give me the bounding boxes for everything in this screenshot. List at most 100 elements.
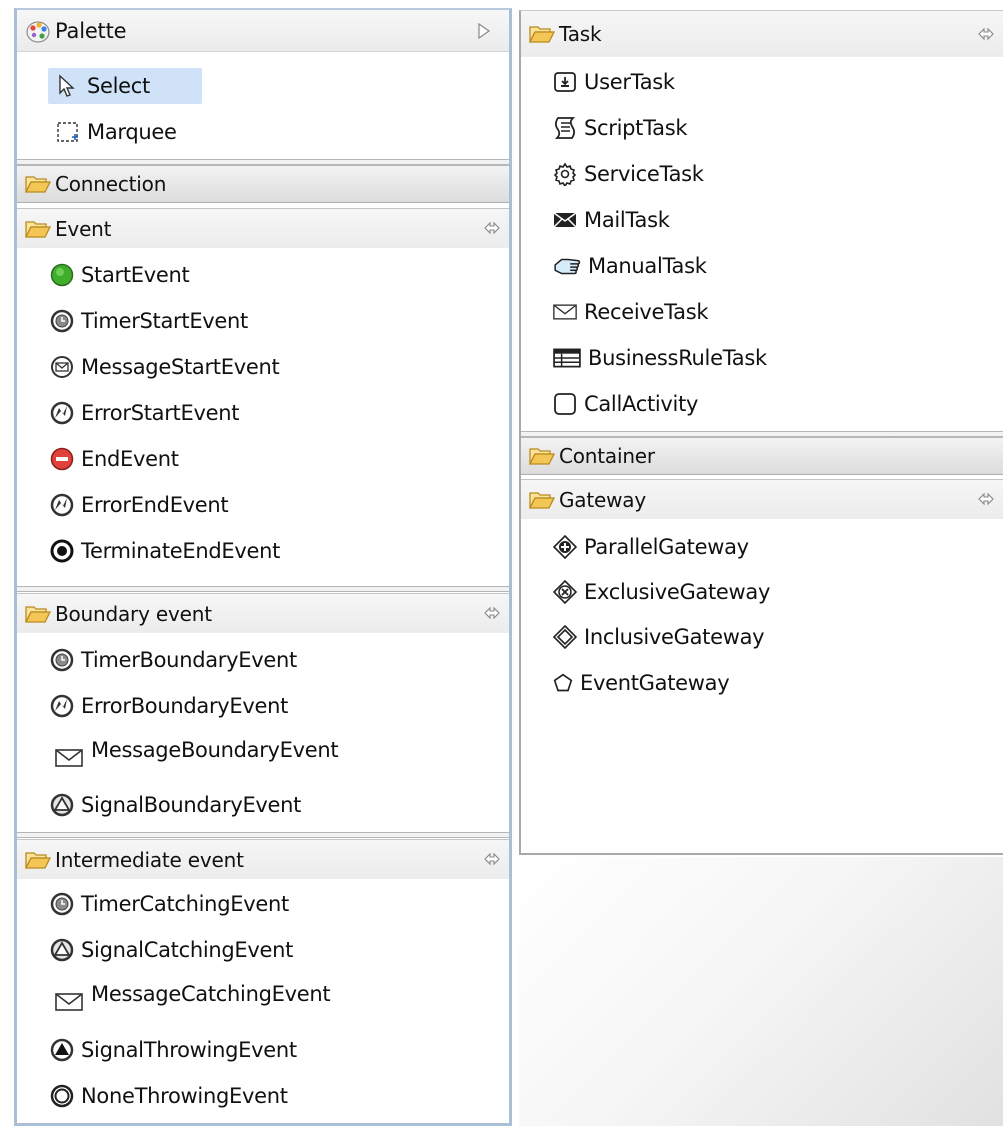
palette-title: Palette <box>55 18 127 43</box>
item-label: StartEvent <box>81 263 190 287</box>
palette-item-call-activity[interactable]: CallActivity <box>553 386 698 422</box>
item-label: ErrorStartEvent <box>81 401 240 425</box>
pentagon-icon <box>553 673 573 692</box>
pin-arrows-icon[interactable] <box>977 491 995 507</box>
folder-open-icon <box>529 489 555 511</box>
palette-item-business-rule-task[interactable]: BusinessRuleTask <box>553 340 767 376</box>
pin-arrows-icon[interactable] <box>483 851 501 867</box>
inclusive-gateway-icon <box>553 625 577 649</box>
timer-icon <box>50 648 74 672</box>
palette-item-message-boundary-event[interactable]: MessageBoundaryEvent <box>54 736 339 772</box>
item-label: ManualTask <box>588 254 707 278</box>
item-label: ServiceTask <box>584 162 704 186</box>
drawer-boundary-event[interactable]: Boundary event <box>17 593 509 633</box>
table-icon <box>553 348 581 368</box>
palette-item-user-task[interactable]: UserTask <box>553 64 675 100</box>
script-task-icon <box>554 117 576 139</box>
drawer-event[interactable]: Event <box>17 208 509 248</box>
pin-arrows-icon[interactable] <box>483 605 501 621</box>
palette-panel-right: Task UserTask ScriptTask ServiceTask Mai… <box>519 10 1003 855</box>
drawer-gateway[interactable]: Gateway <box>521 479 1003 519</box>
palette-item-error-boundary-event[interactable]: ErrorBoundaryEvent <box>50 688 288 724</box>
item-label: MessageCatchingEvent <box>91 982 331 1006</box>
item-label: SignalCatchingEvent <box>81 938 294 962</box>
palette-item-timer-catching-event[interactable]: TimerCatchingEvent <box>50 886 289 922</box>
signal-event-icon <box>50 938 74 962</box>
drawer-task[interactable]: Task <box>521 11 1003 57</box>
mail-icon <box>553 212 577 228</box>
item-label: ExclusiveGateway <box>584 580 771 604</box>
select-tool-label: Select <box>87 74 150 98</box>
item-label: ScriptTask <box>584 116 688 140</box>
drawer-container[interactable]: Container <box>521 437 1003 475</box>
palette-item-service-task[interactable]: ServiceTask <box>553 156 704 192</box>
palette-item-exclusive-gateway[interactable]: ExclusiveGateway <box>553 574 770 610</box>
folder-open-icon <box>529 445 555 467</box>
drawer-connection[interactable]: Connection <box>17 165 509 203</box>
drawer-container-label: Container <box>559 444 655 468</box>
folder-open-icon <box>25 603 51 625</box>
drawer-connection-label: Connection <box>55 172 167 196</box>
envelope-icon <box>54 748 84 768</box>
item-label: TimerBoundaryEvent <box>81 648 297 672</box>
end-event-icon <box>50 447 74 471</box>
palette-icon <box>26 20 50 43</box>
pin-arrows-icon[interactable] <box>483 220 501 236</box>
palette-item-message-start-event[interactable]: MessageStartEvent <box>50 349 280 385</box>
timer-icon <box>50 892 74 916</box>
drawer-boundary-event-label: Boundary event <box>55 601 212 626</box>
item-label: SignalBoundaryEvent <box>81 793 302 817</box>
palette-item-terminate-end-event[interactable]: TerminateEndEvent <box>50 533 280 569</box>
marquee-icon <box>57 122 78 142</box>
triangle-right-icon[interactable] <box>477 22 491 40</box>
exclusive-gateway-icon <box>553 580 577 604</box>
drawer-intermediate-event-label: Intermediate event <box>55 847 244 872</box>
item-label: MailTask <box>584 208 670 232</box>
palette-item-error-end-event[interactable]: ErrorEndEvent <box>50 487 229 523</box>
palette-item-error-start-event[interactable]: ErrorStartEvent <box>50 395 239 431</box>
item-label: ParallelGateway <box>584 535 749 559</box>
palette-item-signal-throwing-event[interactable]: SignalThrowingEvent <box>50 1032 297 1068</box>
palette-item-script-task[interactable]: ScriptTask <box>553 110 688 146</box>
palette-item-parallel-gateway[interactable]: ParallelGateway <box>553 529 749 565</box>
palette-item-timer-start-event[interactable]: TimerStartEvent <box>50 303 248 339</box>
rounded-square-icon <box>554 393 576 415</box>
message-event-icon <box>51 356 73 378</box>
item-label: ErrorBoundaryEvent <box>81 694 289 718</box>
pin-arrows-icon[interactable] <box>977 26 995 42</box>
drawer-intermediate-event[interactable]: Intermediate event <box>17 839 509 879</box>
marquee-tool-label: Marquee <box>87 120 177 144</box>
palette-item-none-throwing-event[interactable]: NoneThrowingEvent <box>50 1078 288 1114</box>
folder-open-icon <box>25 173 51 195</box>
item-label: NoneThrowingEvent <box>81 1084 288 1108</box>
palette-item-receive-task[interactable]: ReceiveTask <box>553 294 709 330</box>
palette-item-message-catching-event[interactable]: MessageCatchingEvent <box>54 980 331 1016</box>
signal-event-icon <box>50 793 74 817</box>
palette-item-inclusive-gateway[interactable]: InclusiveGateway <box>553 619 765 655</box>
hand-icon <box>554 258 581 275</box>
palette-item-timer-boundary-event[interactable]: TimerBoundaryEvent <box>50 642 297 678</box>
item-label: BusinessRuleTask <box>588 346 767 370</box>
select-tool[interactable]: Select <box>48 68 202 104</box>
palette-item-start-event[interactable]: StartEvent <box>50 257 190 293</box>
palette-item-event-gateway[interactable]: EventGateway <box>553 665 730 701</box>
folder-open-icon <box>25 849 51 871</box>
gear-icon <box>553 162 577 186</box>
palette-item-signal-catching-event[interactable]: SignalCatchingEvent <box>50 932 293 968</box>
marquee-tool[interactable]: Marquee <box>56 114 177 150</box>
item-label: SignalThrowingEvent <box>81 1038 297 1062</box>
palette-item-signal-boundary-event[interactable]: SignalBoundaryEvent <box>50 787 301 823</box>
parallel-gateway-icon <box>553 535 577 559</box>
drawer-event-label: Event <box>55 216 112 241</box>
palette-item-end-event[interactable]: EndEvent <box>50 441 179 477</box>
drawer-task-label: Task <box>559 22 602 46</box>
divider <box>17 832 509 838</box>
drawer-gateway-label: Gateway <box>559 487 646 512</box>
item-label: ErrorEndEvent <box>81 493 229 517</box>
empty-background <box>519 857 1003 1126</box>
arrow-cursor-icon <box>59 74 75 97</box>
palette-item-mail-task[interactable]: MailTask <box>553 202 670 238</box>
palette-item-manual-task[interactable]: ManualTask <box>553 248 707 284</box>
palette-header: Palette <box>17 10 509 52</box>
terminate-event-icon <box>50 539 74 563</box>
